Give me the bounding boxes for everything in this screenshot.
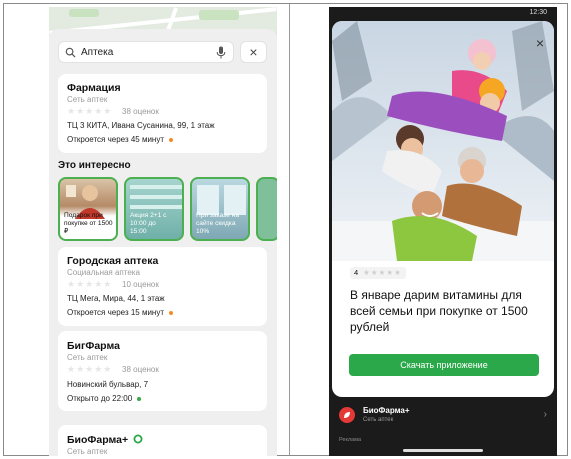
search-icon [65,47,76,58]
opening-status: Открыто до 22:00 [67,394,142,403]
promo-card[interactable]: При заказе на сайте скидка 10% [190,177,250,241]
pharmacy-card[interactable]: Фармация Сеть аптек ★★★★★ 38 оценок ТЦ 3… [58,74,267,153]
status-dot-icon [137,396,142,401]
pharmacy-type: Сеть аптек [67,95,108,104]
ad-photo [332,21,554,261]
advertiser-name: БиоФарма+ [363,406,410,415]
ad-headline: В январе дарим витамины для всей семьи п… [350,288,528,334]
pharmacy-card[interactable]: Городская аптека Социальная аптека ★★★★★… [58,247,267,326]
status-bar: 12:30 [329,7,557,21]
search-row: Аптека × [58,41,267,63]
pharmacy-type: Сеть аптек [67,353,108,362]
map-park [69,9,99,17]
close-search-button[interactable]: × [240,41,267,63]
opening-status: Откроется через 15 минут [67,308,173,317]
pharmacy-type: Социальная аптека [67,268,140,277]
results-sheet[interactable]: Аптека × Фармация Сеть аптек ★★★★★ 38 оц… [49,29,277,456]
opening-status-text: Откроется через 15 минут [67,308,164,317]
promo-text: При заказе на сайте скидка 10% [196,212,239,235]
pharmacy-address: ТЦ 3 КИТА, Ивана Сусанина, 99, 1 этаж [67,121,215,130]
rating-stars: ★★★★★ [67,279,113,289]
opening-status-text: Откроется через 45 минут [67,135,164,144]
pharmacy-card[interactable]: БигФарма Сеть аптек ★★★★★ 38 оценок Нови… [58,331,267,411]
status-time: 12:30 [529,9,547,16]
review-count: 38 оценок [122,107,159,116]
rating-stars: ★★★★★ [67,106,113,116]
search-value: Аптека [81,47,114,58]
pharmacy-name: БиоФарма+ [67,434,143,446]
advertiser-bar[interactable]: БиоФарма+ Сеть аптек › Реклама [329,397,557,456]
map-park [199,10,239,20]
section-title: Это интересно [58,160,131,171]
status-dot-icon [169,310,173,315]
pharmacy-address: Новинский бульвар, 7 [67,380,149,389]
leaf-icon [344,412,350,418]
status-dot-icon [169,137,173,142]
pharmacy-name-text: БиоФарма+ [67,434,129,446]
verified-icon [133,434,143,444]
opening-status: Откроется через 45 минут [67,135,173,144]
pharmacy-card[interactable]: БиоФарма+ Сеть аптек [58,425,267,456]
left-phone-screen: Аптека × Фармация Сеть аптек ★★★★★ 38 оц… [49,7,277,456]
pharmacy-type: Сеть аптек [67,447,108,456]
promo-card[interactable]: Подарок при покупке от 1500 ₽ [58,177,118,241]
pharmacy-name: БигФарма [67,340,120,352]
rating-stars: ★★★★★ [363,268,402,277]
promo-text: Подарок при покупке от 1500 ₽ [64,212,113,235]
promo-text: Акция 2+1 с 10:00 до 15:00 [130,212,167,235]
divider [289,4,290,455]
ad-popup[interactable]: × 4 ★★★★★ В январе дарим витамины для все… [332,21,554,397]
rating-chip: 4 ★★★★★ [350,267,406,279]
search-input[interactable]: Аптека [58,41,234,63]
chevron-right-icon[interactable]: › [544,409,547,420]
home-indicator[interactable] [403,449,483,452]
right-phone-screen: 12:30 × 4 ★★★★★ В январе дарим витамины … [329,7,557,456]
close-ad-button[interactable]: × [536,35,544,51]
download-app-button[interactable]: Скачать приложение [349,354,539,376]
screenshot-frame: Аптека × Фармация Сеть аптек ★★★★★ 38 оц… [3,3,568,456]
ad-label: Реклама [339,437,362,443]
review-count: 10 оценок [122,280,159,289]
pharmacy-name: Фармация [67,82,121,94]
advertiser-type: Сеть аптек [363,417,394,423]
microphone-icon[interactable] [216,46,226,59]
advertiser-logo [339,407,355,423]
opening-status-text: Открыто до 22:00 [67,394,133,403]
pharmacy-name: Городская аптека [67,255,159,267]
rating-value: 4 [354,268,359,277]
rating-stars: ★★★★★ [67,364,113,374]
review-count: 38 оценок [122,365,159,374]
promo-card[interactable]: Акция 2+1 с 10:00 до 15:00 [124,177,184,241]
promo-card-partial[interactable] [256,177,277,241]
pharmacy-address: ТЦ Мега, Мира, 44, 1 этаж [67,294,165,303]
